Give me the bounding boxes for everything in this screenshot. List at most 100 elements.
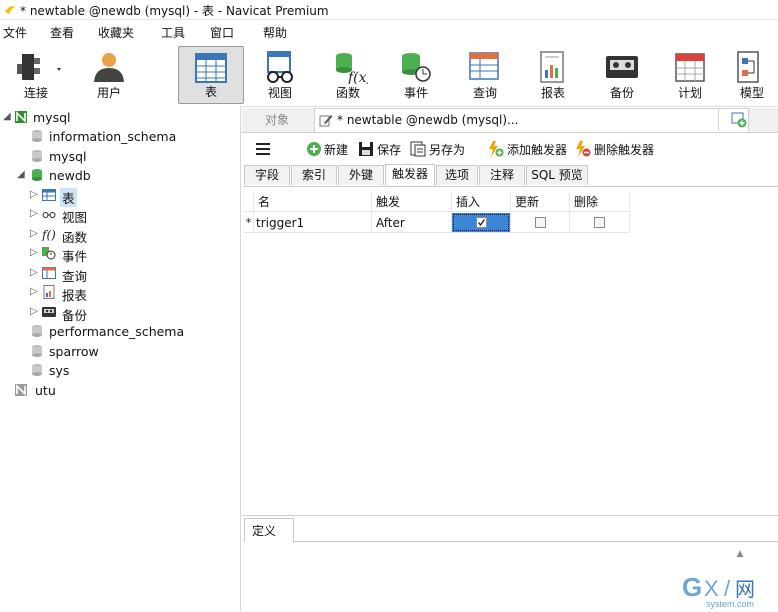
subtab-options[interactable]: 选项 — [436, 165, 478, 185]
tree-item-backups[interactable]: ▷ 备份 — [0, 303, 240, 323]
toolbar-label: 视图 — [267, 86, 292, 100]
database-icon — [32, 325, 42, 337]
grid-corner — [244, 192, 254, 212]
query-icon — [42, 267, 56, 279]
insert-cell[interactable] — [452, 213, 511, 233]
edit-pencil-icon — [319, 115, 333, 127]
tab-definition[interactable]: 定义 — [244, 518, 294, 542]
toolbar-backup-button[interactable]: 备份 — [589, 46, 655, 104]
connection-tree: ◢ mysql information_schema mysql ◢ newdb… — [0, 106, 241, 611]
subtab-triggers[interactable]: 触发器 — [385, 164, 435, 186]
toolbar-label: 计划 — [677, 86, 702, 100]
expand-arrow-icon[interactable]: ◢ — [3, 111, 11, 122]
insert-checkbox[interactable] — [476, 217, 487, 228]
column-header-name[interactable]: 名 — [254, 192, 372, 212]
new-label: 新建 — [324, 143, 349, 157]
svg-text:/: / — [724, 576, 731, 601]
tree-item-newdb[interactable]: ◢ newdb — [0, 166, 240, 185]
toolbar-label: 报表 — [540, 86, 565, 100]
toolbar-connection-button[interactable]: 连接 — [3, 46, 69, 104]
expand-arrow-icon[interactable]: ▷ — [30, 208, 38, 219]
toolbar-model-button[interactable]: 模型 — [726, 46, 778, 104]
database-icon — [32, 364, 42, 376]
subtab-comments[interactable]: 注释 — [479, 165, 525, 185]
subtab-foreign-keys[interactable]: 外键 — [338, 165, 384, 185]
new-button[interactable]: 新建 — [306, 140, 354, 158]
tree-item-functions[interactable]: ▷ f() 函数 — [0, 225, 240, 245]
model-icon — [737, 51, 759, 83]
toolbar-report-button[interactable]: 报表 — [520, 46, 586, 104]
menu-help[interactable]: 帮助 — [263, 24, 287, 41]
update-cell[interactable] — [511, 213, 570, 233]
tree-label: 报表 — [62, 288, 88, 303]
expand-arrow-icon[interactable]: ▷ — [30, 286, 38, 297]
menu-favorites[interactable]: 收藏夹 — [98, 24, 134, 41]
add-icon — [307, 142, 321, 156]
toolbar-table-button[interactable]: 表 — [178, 46, 244, 104]
update-checkbox[interactable] — [535, 217, 546, 228]
menu-tools[interactable]: 工具 — [161, 24, 185, 41]
expand-arrow-icon[interactable]: ◢ — [17, 169, 25, 180]
trigger-fire-cell[interactable]: After — [372, 213, 452, 233]
tree-item-mysql-connection[interactable]: ◢ mysql — [0, 108, 240, 127]
title-bar: * newtable @newdb (mysql) - 表 - Navicat … — [0, 0, 778, 20]
tree-item-views[interactable]: ▷ 视图 — [0, 205, 240, 225]
tree-item-tables[interactable]: ▷ 表 — [0, 186, 240, 207]
toolbar-user-button[interactable]: 用户 — [76, 46, 142, 104]
watermark-logo: G X / 网 system.com — [682, 572, 755, 609]
tree-label: mysql — [49, 149, 87, 164]
database-icon — [32, 169, 42, 181]
expand-arrow-icon[interactable]: ▷ — [30, 267, 38, 278]
tree-item-performance-schema[interactable]: performance_schema — [0, 322, 240, 341]
trigger-name-cell[interactable]: trigger1 — [254, 213, 372, 233]
tab-newtable[interactable]: * newtable @newdb (mysql)... — [314, 108, 749, 132]
menu-file[interactable]: 文件 — [3, 24, 27, 41]
toolbar-event-button[interactable]: 事件 — [383, 46, 449, 104]
subtab-fields[interactable]: 字段 — [244, 165, 290, 185]
tree-item-sys[interactable]: sys — [0, 361, 240, 380]
designer-action-bar: 新建 保存 另存为 添加触发器 删除触发器 — [242, 135, 778, 163]
menu-view[interactable]: 查看 — [50, 24, 74, 41]
toolbar-schedule-button[interactable]: 计划 — [657, 46, 723, 104]
column-header-insert[interactable]: 插入 — [452, 192, 511, 212]
menu-window[interactable]: 窗口 — [210, 24, 234, 41]
column-header-delete[interactable]: 删除 — [570, 192, 630, 212]
delete-cell[interactable] — [570, 213, 630, 233]
function-icon: f(x) — [336, 53, 368, 84]
tree-item-sparrow[interactable]: sparrow — [0, 342, 240, 361]
tree-item-utu-connection[interactable]: utu — [0, 381, 240, 400]
tab-title: * newtable @newdb (mysql)... — [337, 113, 519, 127]
tree-item-mysql-db[interactable]: mysql — [0, 147, 240, 166]
save-as-button[interactable]: 另存为 — [410, 140, 470, 158]
menu-hamburger-button[interactable] — [256, 140, 272, 158]
expand-arrow-icon[interactable]: ▷ — [30, 228, 38, 239]
function-icon: f() — [42, 228, 56, 241]
add-trigger-label: 添加触发器 — [507, 143, 568, 157]
expand-arrow-icon[interactable]: ▷ — [30, 189, 38, 200]
subtab-sql-preview[interactable]: SQL 预览 — [526, 165, 588, 185]
schedule-icon — [675, 53, 705, 82]
tree-item-information-schema[interactable]: information_schema — [0, 127, 240, 146]
tree-item-queries[interactable]: ▷ 查询 — [0, 264, 240, 284]
backup-icon — [606, 56, 638, 78]
tree-label: utu — [35, 383, 56, 398]
delete-checkbox[interactable] — [594, 217, 605, 228]
table-icon — [42, 189, 56, 201]
column-header-update[interactable]: 更新 — [511, 192, 570, 212]
subtab-indexes[interactable]: 索引 — [291, 165, 337, 185]
add-trigger-button[interactable]: 添加触发器 — [488, 140, 568, 158]
new-query-button[interactable] — [718, 109, 756, 131]
save-button[interactable]: 保存 — [358, 140, 404, 158]
tree-label: mysql — [33, 110, 71, 125]
column-header-fire[interactable]: 触发 — [372, 192, 452, 212]
expand-arrow-icon[interactable]: ▷ — [30, 306, 38, 317]
expand-arrow-icon[interactable]: ▷ — [30, 247, 38, 258]
scroll-up-arrow-icon[interactable]: ▲ — [734, 549, 746, 561]
tree-item-reports[interactable]: ▷ 报表 — [0, 283, 240, 303]
delete-trigger-button[interactable]: 删除触发器 — [575, 140, 655, 158]
toolbar-query-button[interactable]: 查询 — [452, 46, 518, 104]
toolbar-view-button[interactable]: 视图 — [247, 46, 313, 104]
tab-objects[interactable]: 对象 — [242, 108, 312, 132]
toolbar-function-button[interactable]: f(x) 函数 — [315, 46, 381, 104]
tree-item-events[interactable]: ▷ 事件 — [0, 244, 240, 264]
